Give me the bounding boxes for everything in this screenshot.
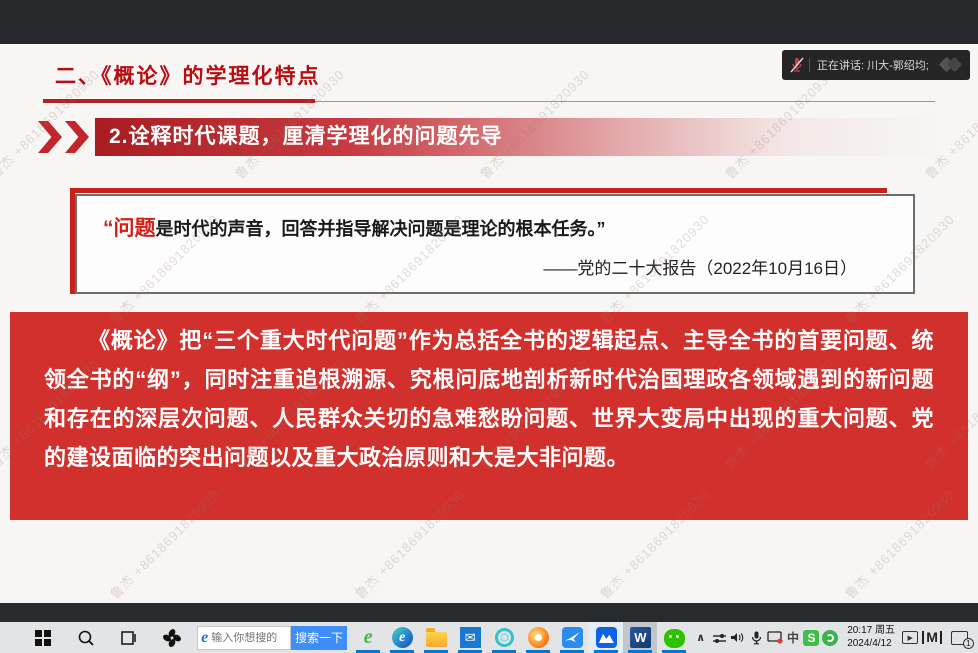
windows-logo-icon	[35, 630, 51, 646]
title-underline-red	[43, 99, 315, 103]
banner-title: 2.诠释时代课题，厘清学理化的问题先导	[95, 118, 940, 156]
body-red-block: 《概论》把“三个重大时代问题”作为总括全书的逻辑起点、主导全书的首要问题、统领全…	[10, 312, 968, 520]
desktop-search-box[interactable]: e	[197, 626, 291, 650]
tray-sogou-input[interactable]: S	[802, 622, 820, 653]
volume-icon	[730, 631, 745, 644]
banner-row: 2.诠释时代课题，厘清学理化的问题先导	[38, 118, 940, 156]
m-tray-icon: M	[922, 631, 942, 644]
tray-audio-tuner[interactable]	[710, 622, 728, 653]
pinwheel-app-button[interactable]	[150, 622, 193, 653]
desktop-search-band: e 搜索一下	[197, 626, 347, 650]
slide-section-title: 二、《概论》的学理化特点	[55, 60, 321, 90]
taskbar-app-tencent-meeting[interactable]	[589, 622, 623, 653]
sogou-s-icon: S	[803, 630, 819, 646]
edge-icon: e	[392, 627, 413, 648]
media-play-icon: ▶	[902, 631, 918, 644]
hidden-icons-button[interactable]: ∧	[691, 622, 709, 653]
tray-m-app[interactable]: M	[919, 622, 944, 653]
tray-media-play[interactable]: ▶	[901, 622, 919, 653]
pinwheel-icon	[162, 628, 182, 648]
clock-time: 20:17	[847, 625, 872, 636]
taskbar-app-file-explorer[interactable]	[419, 622, 453, 653]
quote-highlight: “问题	[103, 217, 156, 240]
clock-weekday: 周五	[875, 625, 895, 636]
taskbar-search-button[interactable]	[65, 622, 108, 653]
green-tray-icon	[822, 630, 838, 646]
quote-attribution: ——党的二十大报告（2022年10月16日）	[103, 254, 887, 279]
mail-icon: ✉	[460, 627, 481, 648]
taskbar-app-flame-browser[interactable]	[521, 622, 555, 653]
body-paragraph: 《概论》把“三个重大时代问题”作为总括全书的逻辑起点、主导全书的首要问题、统领全…	[44, 322, 934, 478]
taskbar: e 搜索一下 e e ✉ W	[0, 622, 978, 653]
search-submit-button[interactable]: 搜索一下	[291, 626, 347, 650]
tray-green-app[interactable]	[821, 622, 839, 653]
task-view-button[interactable]	[108, 622, 151, 653]
start-button[interactable]	[22, 622, 65, 653]
taskbar-app-thunder[interactable]	[555, 622, 589, 653]
muted-microphone-icon	[790, 57, 804, 73]
tray-input-mode[interactable]: 中	[784, 622, 802, 653]
presentation-slide: 二、《概论》的学理化特点 2.诠释时代课题，厘清学理化的问题先导 “问题是时代的…	[0, 44, 978, 603]
top-black-bar	[0, 0, 978, 44]
ie-blue-icon: e	[201, 629, 208, 647]
chevron-up-icon: ∧	[696, 631, 705, 644]
ring-app-icon	[495, 628, 514, 647]
tray-volume[interactable]	[728, 622, 746, 653]
taskbar-app-wechat[interactable]	[657, 622, 691, 653]
search-icon	[77, 629, 95, 647]
title-underline-gray	[315, 101, 935, 102]
search-input[interactable]	[211, 632, 281, 644]
file-explorer-icon	[426, 632, 447, 647]
taskbar-clock[interactable]: 20:17 周五 2024/4/12	[847, 625, 895, 650]
word-icon: W	[630, 627, 651, 648]
action-center-icon: 1	[951, 631, 968, 645]
action-center-button[interactable]: 1	[945, 622, 974, 653]
audio-tuner-icon	[712, 632, 727, 644]
task-view-icon	[120, 630, 138, 646]
flame-browser-icon	[528, 627, 549, 648]
taskbar-app-ie-green[interactable]: e	[351, 622, 385, 653]
tencent-meeting-icon	[596, 627, 617, 648]
thunder-bird-icon	[562, 627, 583, 648]
overlay-divider	[809, 58, 810, 72]
quote-text: “问题是时代的声音，回答并指导解决问题是理论的根本任务。”	[103, 212, 887, 242]
taskbar-app-edge[interactable]: e	[385, 622, 419, 653]
taskbar-app-ring[interactable]	[487, 622, 521, 653]
taskbar-app-word[interactable]: W	[623, 622, 657, 653]
clock-date: 2024/4/12	[847, 638, 895, 651]
notification-badge: 1	[963, 638, 974, 649]
tencent-meeting-logo-icon	[940, 57, 964, 73]
screen: 二、《概论》的学理化特点 2.诠释时代课题，厘清学理化的问题先导 “问题是时代的…	[0, 0, 978, 653]
ie-green-icon: e	[364, 626, 373, 649]
wechat-icon	[664, 629, 685, 648]
quote-body: 是时代的声音，回答并指导解决问题是理论的根本任务。”	[156, 219, 606, 239]
screen-share-icon	[767, 631, 783, 644]
quote-box: “问题是时代的声音，回答并指导解决问题是理论的根本任务。” ——党的二十大报告（…	[75, 194, 915, 294]
tray-microphone[interactable]	[747, 622, 765, 653]
taskbar-app-mail[interactable]: ✉	[453, 622, 487, 653]
input-mode-indicator: 中	[787, 629, 799, 646]
tray-screen-share[interactable]	[765, 622, 783, 653]
bottom-black-bar	[0, 603, 978, 622]
double-chevron-icon	[38, 121, 89, 153]
microphone-icon	[751, 631, 762, 645]
meeting-speaking-overlay: 正在讲话: 川大-郭绍均;	[782, 50, 970, 80]
speaking-label: 正在讲话: 川大-郭绍均;	[817, 57, 940, 73]
